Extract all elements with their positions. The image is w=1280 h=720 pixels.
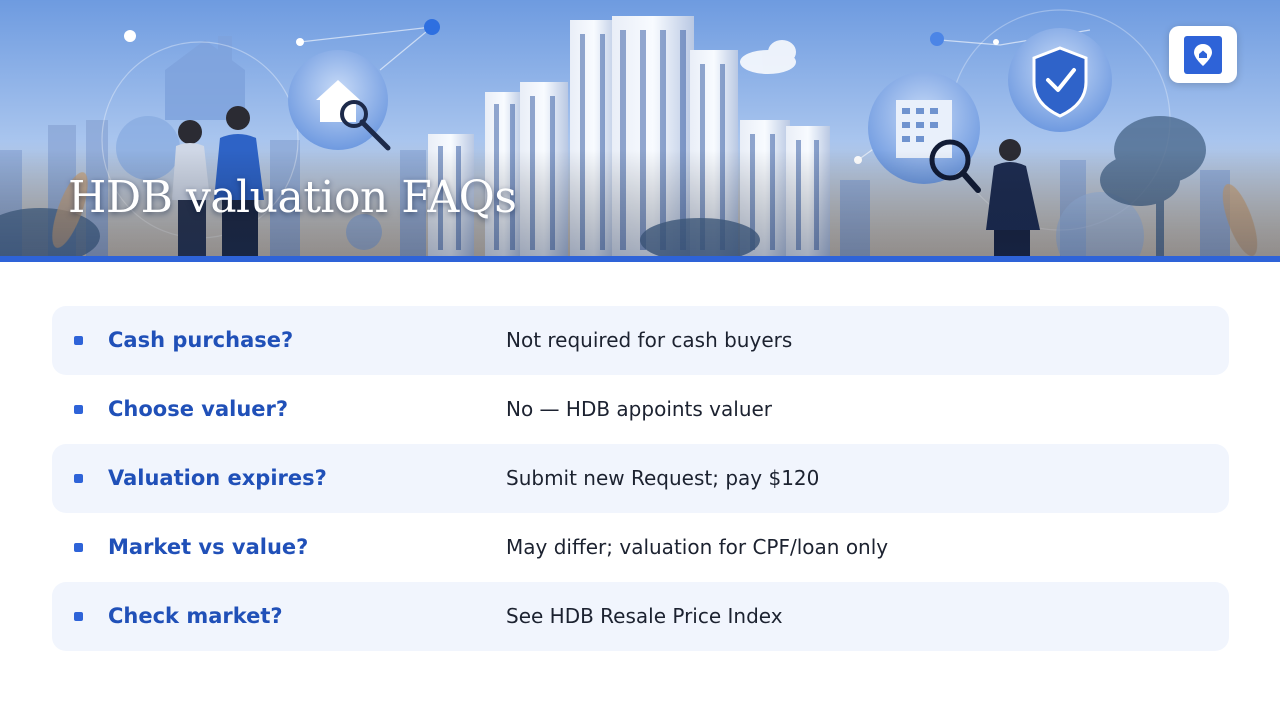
faq-question: Cash purchase? <box>108 328 294 352</box>
faq-answer: See HDB Resale Price Index <box>506 604 783 628</box>
logo-badge <box>1169 26 1237 83</box>
faq-row: Market vs value? May differ; valuation f… <box>52 513 1229 582</box>
faq-list: Cash purchase? Not required for cash buy… <box>52 306 1229 651</box>
bullet-icon <box>74 336 83 345</box>
house-pin-logo-icon <box>1184 35 1222 74</box>
faq-answer: No — HDB appoints valuer <box>506 397 773 421</box>
faq-question: Check market? <box>108 604 283 628</box>
bullet-icon <box>74 405 83 414</box>
faq-answer: May differ; valuation for CPF/loan only <box>506 535 889 559</box>
bullet-icon <box>74 543 83 552</box>
page-title: HDB valuation FAQs <box>68 172 517 223</box>
faq-row: Choose valuer? No — HDB appoints valuer <box>52 375 1229 444</box>
header-accent-bar <box>0 256 1280 262</box>
faq-answer: Submit new Request; pay $120 <box>506 466 820 490</box>
faq-question: Valuation expires? <box>108 466 327 490</box>
faq-row: Check market? See HDB Resale Price Index <box>52 582 1229 651</box>
bullet-icon <box>74 612 83 621</box>
bullet-icon <box>74 474 83 483</box>
slide: HDB valuation FAQs Cash purchase? Not re… <box>0 0 1280 720</box>
faq-question: Market vs value? <box>108 535 309 559</box>
faq-question: Choose valuer? <box>108 397 289 421</box>
faq-row: Valuation expires? Submit new Request; p… <box>52 444 1229 513</box>
faq-row: Cash purchase? Not required for cash buy… <box>52 306 1229 375</box>
faq-answer: Not required for cash buyers <box>506 328 793 352</box>
